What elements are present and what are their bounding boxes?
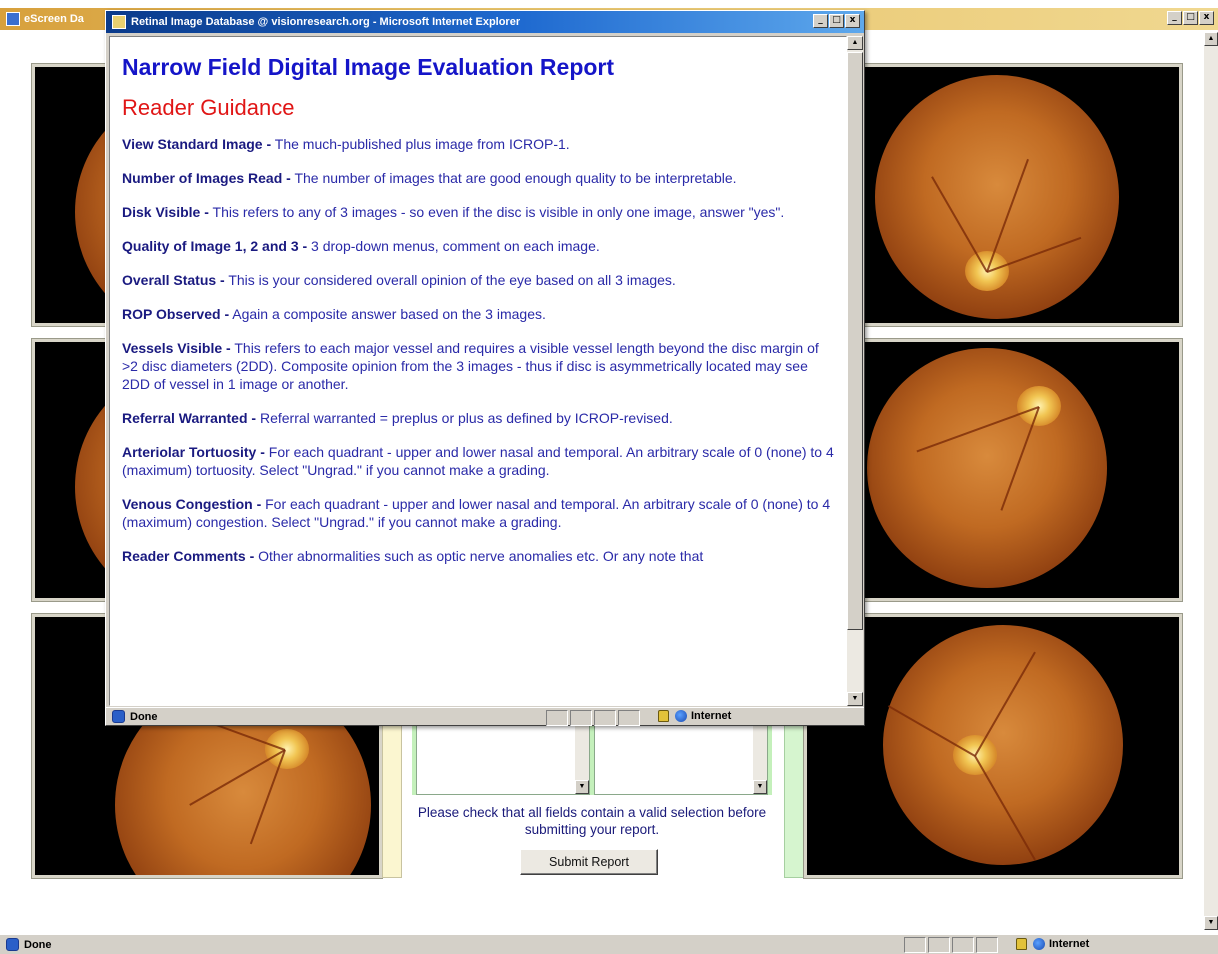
guidance-text: 3 drop-down menus, comment on each image… — [307, 238, 600, 254]
guidance-term: Vessels Visible - — [122, 340, 231, 356]
popup-window-title: Retinal Image Database @ visionresearch.… — [131, 16, 521, 28]
fundus-image-right-2 — [862, 339, 1182, 601]
lock-icon — [1016, 938, 1027, 950]
validation-note: Please check that all fields contain a v… — [417, 805, 767, 837]
security-zone: Internet — [658, 710, 731, 722]
background-window-scrollbar[interactable]: ▲ ▼ — [1204, 32, 1218, 930]
window-controls: _ □ x — [1166, 11, 1214, 25]
guidance-item: Venous Congestion - For each quadrant - … — [122, 495, 834, 531]
comment-textareas: ▼ ▼ — [412, 717, 772, 795]
guidance-item: Disk Visible - This refers to any of 3 i… — [122, 203, 834, 221]
guidance-item: Reader Comments - Other abnormalities su… — [122, 547, 834, 565]
guidance-item: Overall Status - This is your considered… — [122, 271, 834, 289]
fundus-image-right-1 — [862, 64, 1182, 326]
popup-browser-window: Retinal Image Database @ visionresearch.… — [105, 10, 865, 726]
guidance-text: Again a composite answer based on the 3 … — [229, 306, 546, 322]
popup-status-bar: Done Internet — [106, 707, 864, 726]
scroll-up-icon[interactable]: ▲ — [847, 36, 863, 50]
popup-scrollbar[interactable]: ▲ ▼ — [847, 36, 863, 706]
textarea-scrollbar[interactable]: ▼ — [753, 718, 767, 794]
guidance-term: View Standard Image - — [122, 136, 272, 152]
guidance-term: Quality of Image 1, 2 and 3 - — [122, 238, 308, 254]
minimize-button[interactable]: _ — [1167, 11, 1182, 25]
guidance-term: Reader Comments - — [122, 548, 255, 564]
zone-label: Internet — [1049, 938, 1090, 950]
guidance-text: This is your considered overall opinion … — [224, 272, 676, 288]
ie-icon — [6, 938, 19, 951]
reader-guidance-document: Narrow Field Digital Image Evaluation Re… — [122, 53, 834, 565]
popup-document-area: Narrow Field Digital Image Evaluation Re… — [109, 36, 847, 706]
lock-icon — [658, 710, 669, 722]
guidance-term: Number of Images Read - — [122, 170, 291, 186]
ie-icon — [112, 15, 126, 29]
close-button[interactable]: x — [1199, 11, 1214, 25]
guidance-item: Number of Images Read - The number of im… — [122, 169, 834, 187]
guidance-item: Quality of Image 1, 2 and 3 - 3 drop-dow… — [122, 237, 834, 255]
window-controls: _ □ x — [812, 14, 860, 28]
ie-icon — [6, 12, 20, 26]
guidance-text: The number of images that are good enoug… — [290, 170, 737, 186]
guidance-text: Referral warranted = preplus or plus as … — [256, 410, 673, 426]
guidance-text: This refers to any of 3 images - so even… — [208, 204, 785, 220]
guidance-term: Referral Warranted - — [122, 410, 257, 426]
guidance-item: View Standard Image - The much-published… — [122, 135, 834, 153]
ie-icon — [112, 710, 125, 723]
guidance-text: The much-published plus image from ICROP… — [271, 136, 570, 152]
page-title: Narrow Field Digital Image Evaluation Re… — [122, 54, 615, 80]
background-window-title: eScreen Da — [24, 13, 84, 25]
background-status-bar: Done Internet — [0, 934, 1218, 954]
scroll-down-icon[interactable]: ▼ — [847, 692, 863, 706]
minimize-button[interactable]: _ — [813, 14, 828, 28]
scroll-down-icon[interactable]: ▼ — [575, 780, 589, 794]
status-text: Done — [24, 938, 52, 951]
globe-icon — [675, 710, 687, 722]
maximize-button[interactable]: □ — [1183, 11, 1198, 25]
textarea-scrollbar[interactable]: ▼ — [575, 718, 589, 794]
guidance-term: Disk Visible - — [122, 204, 209, 220]
popup-window-titlebar[interactable]: Retinal Image Database @ visionresearch.… — [106, 11, 864, 33]
scroll-up-icon[interactable]: ▲ — [1204, 32, 1218, 46]
comments-textarea-1[interactable]: ▼ — [416, 717, 590, 795]
scroll-thumb[interactable] — [847, 52, 863, 630]
guidance-term: Overall Status - — [122, 272, 225, 288]
security-zone: Internet — [1016, 938, 1089, 950]
guidance-item: Arteriolar Tortuosity - For each quadran… — [122, 443, 834, 479]
globe-icon — [1033, 938, 1045, 950]
comments-textarea-2[interactable]: ▼ — [594, 717, 768, 795]
zone-label: Internet — [691, 710, 732, 722]
guidance-text: Other abnormalities such as optic nerve … — [254, 548, 704, 564]
guidance-term: Venous Congestion - — [122, 496, 262, 512]
guidance-item: ROP Observed - Again a composite answer … — [122, 305, 834, 323]
scroll-down-icon[interactable]: ▼ — [753, 780, 767, 794]
scroll-down-icon[interactable]: ▼ — [1204, 916, 1218, 930]
guidance-term: ROP Observed - — [122, 306, 230, 322]
guidance-item: Vessels Visible - This refers to each ma… — [122, 339, 834, 393]
status-text: Done — [130, 710, 158, 723]
maximize-button[interactable]: □ — [829, 14, 844, 28]
section-heading: Reader Guidance — [122, 95, 295, 120]
close-button[interactable]: x — [845, 14, 860, 28]
submit-report-button[interactable]: Submit Report — [520, 849, 658, 875]
guidance-item: Referral Warranted - Referral warranted … — [122, 409, 834, 427]
guidance-term: Arteriolar Tortuosity - — [122, 444, 265, 460]
